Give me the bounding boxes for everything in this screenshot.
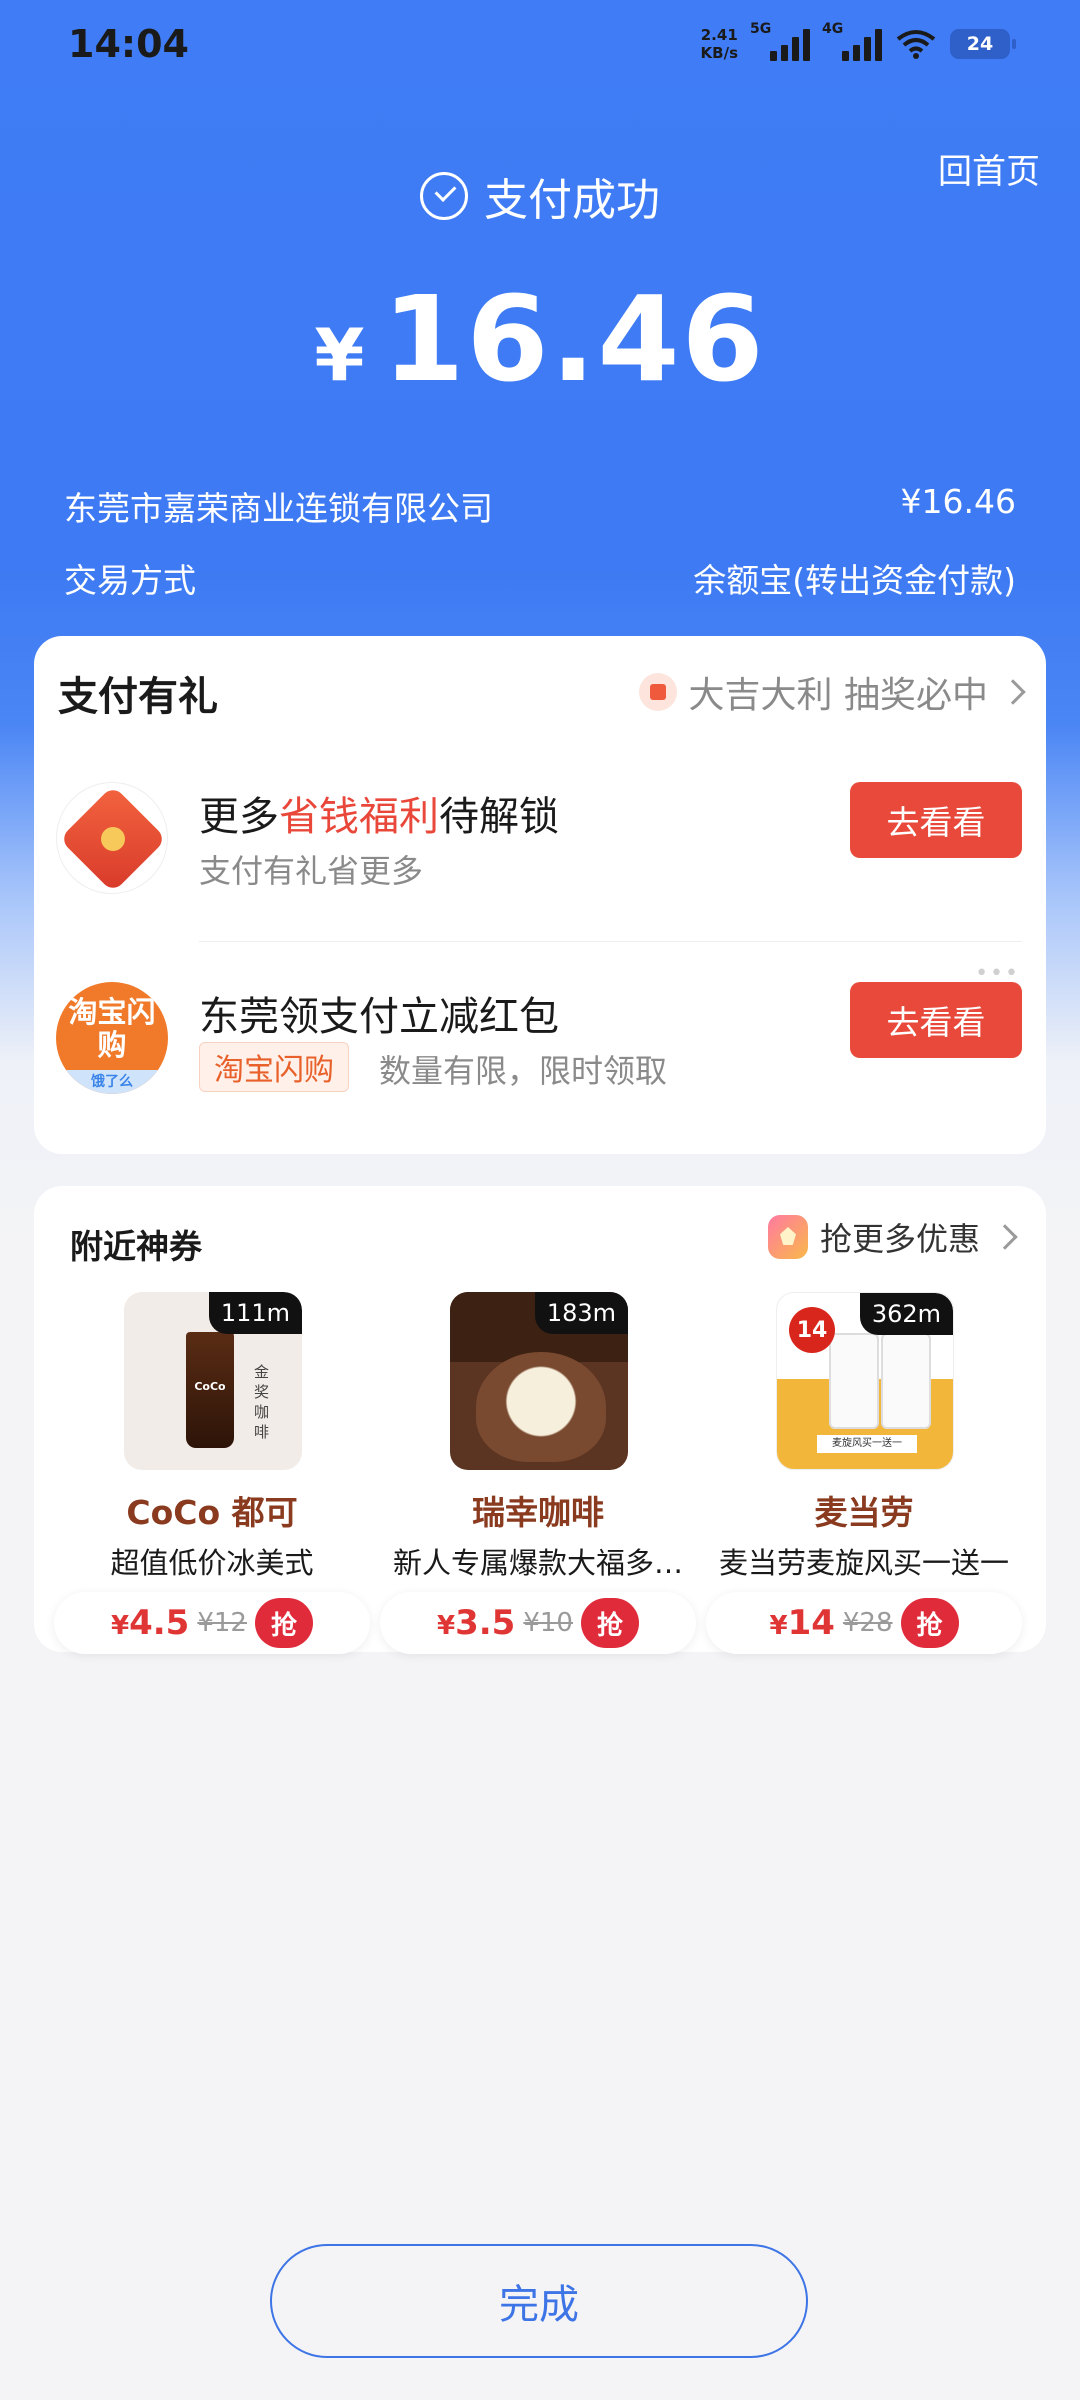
chevron-right-icon <box>1000 679 1026 705</box>
currency-symbol: ¥ <box>314 313 365 397</box>
view-offer-button[interactable]: 去看看 <box>850 982 1022 1058</box>
distance-badge: 183m <box>534 1292 628 1334</box>
distance-badge: 362m <box>859 1293 953 1335</box>
check-circle-icon <box>420 172 468 220</box>
coupon-price: ¥14 ¥28 抢 <box>706 1592 1022 1654</box>
nearby-coupons-card: 附近神券 抢更多优惠 CoCo 金奖咖啡 111m CoCo 都可 超值低价冰美… <box>34 1186 1046 1654</box>
current-price: ¥4.5 <box>111 1603 190 1643</box>
network-speed: 2.41 KB/s <box>700 26 738 62</box>
lottery-text: 大吉大利 抽奖必中 <box>688 675 988 716</box>
signal-4g-icon: 4G <box>822 21 882 61</box>
grab-button[interactable]: 抢 <box>580 1598 639 1648</box>
original-price: ¥12 <box>197 1608 247 1638</box>
divider <box>199 941 1022 942</box>
payment-method-value: 余额宝(转出资金付款) <box>693 561 1016 600</box>
offer-title: 更多省钱福利待解锁 <box>199 794 559 840</box>
signal-5g-icon: 5G <box>750 21 810 61</box>
merchant-row: 东莞市嘉荣商业连锁有限公司 ¥16.46 <box>64 482 1016 530</box>
done-button[interactable]: 完成 <box>270 2244 808 2358</box>
coupon-item[interactable]: 14 麦旋风买一送一 362m 麦当劳 麦当劳麦旋风买一送一 ¥14 ¥28 抢 <box>706 1292 1022 1654</box>
view-offer-button[interactable]: 去看看 <box>850 782 1022 858</box>
payment-amount: ¥ 16.46 <box>0 270 1080 408</box>
coupon-item[interactable]: 183m 瑞幸咖啡 新人专属爆款大福多… ¥3.5 ¥10 抢 <box>380 1292 696 1654</box>
coupon-brand: 麦当劳 <box>814 1493 914 1532</box>
offer-item-savings[interactable]: 更多省钱福利待解锁 支付有礼省更多 去看看 <box>34 766 1046 916</box>
distance-badge: 111m <box>208 1292 302 1334</box>
taobao-flash-logo: 淘宝闪购 饿了么 <box>56 982 168 1094</box>
offer-item-red-packet[interactable]: 淘宝闪购 饿了么 东莞领支付立减红包 淘宝闪购 数量有限，限时领取 去看看 <box>34 966 1046 1116</box>
red-envelope-icon <box>56 782 168 894</box>
coco-product-image: CoCo 金奖咖啡 111m <box>124 1292 302 1470</box>
payment-gift-card: 支付有礼 大吉大利 抽奖必中 更多省钱福利待解锁 支付有礼省更多 去看看 •••… <box>34 636 1046 1154</box>
coupon-description: 麦当劳麦旋风买一送一 <box>718 1546 1009 1580</box>
coupon-description: 超值低价冰美式 <box>110 1546 314 1580</box>
status-time: 14:04 <box>68 22 189 66</box>
gift-box-icon <box>638 673 677 711</box>
lottery-link[interactable]: 大吉大利 抽奖必中 <box>638 666 1026 718</box>
offer-tag: 淘宝闪购 <box>199 1042 349 1092</box>
offer-title: 东莞领支付立减红包 <box>199 994 559 1040</box>
merchant-amount: ¥16.46 <box>900 482 1016 521</box>
amount-value: 16.46 <box>382 270 766 408</box>
more-deals-link[interactable]: 抢更多优惠 <box>767 1214 1018 1260</box>
current-price: ¥14 <box>769 1603 835 1643</box>
coupon-item[interactable]: CoCo 金奖咖啡 111m CoCo 都可 超值低价冰美式 ¥4.5 ¥12 … <box>54 1292 370 1654</box>
mcdonalds-product-image: 14 麦旋风买一送一 362m <box>776 1292 954 1470</box>
status-bar: 14:04 2.41 KB/s 5G 4G 24 <box>0 0 1080 90</box>
coupon-brand: CoCo 都可 <box>126 1493 298 1532</box>
gift-section-title: 支付有礼 <box>58 674 218 720</box>
coupon-badge-icon <box>767 1215 808 1259</box>
wifi-icon <box>896 30 936 59</box>
grab-button[interactable]: 抢 <box>900 1598 959 1648</box>
battery-icon: 24 <box>950 29 1016 59</box>
luckin-product-image: 183m <box>450 1292 628 1470</box>
original-price: ¥28 <box>842 1608 893 1638</box>
status-icons: 2.41 KB/s 5G 4G 24 <box>700 21 1016 66</box>
offer-subtitle: 支付有礼省更多 <box>199 852 424 890</box>
payment-status: 支付成功 <box>0 164 1080 228</box>
current-price: ¥3.5 <box>437 1603 516 1643</box>
grab-button[interactable]: 抢 <box>254 1598 313 1648</box>
chevron-right-icon <box>992 1224 1018 1250</box>
payment-success-text: 支付成功 <box>484 175 660 226</box>
coupon-description: 新人专属爆款大福多… <box>392 1546 683 1580</box>
coupon-price: ¥3.5 ¥10 抢 <box>380 1592 696 1654</box>
offer-subtitle: 数量有限，限时领取 <box>379 1052 668 1090</box>
payment-method-label: 交易方式 <box>64 561 196 600</box>
coupon-price: ¥4.5 ¥12 抢 <box>54 1592 370 1654</box>
coupon-section-title: 附近神券 <box>70 1227 202 1266</box>
payment-method-row: 交易方式 余额宝(转出资金付款) <box>64 554 1016 602</box>
coupon-brand: 瑞幸咖啡 <box>472 1493 604 1532</box>
merchant-name: 东莞市嘉荣商业连锁有限公司 <box>64 489 493 528</box>
original-price: ¥10 <box>523 1608 573 1638</box>
